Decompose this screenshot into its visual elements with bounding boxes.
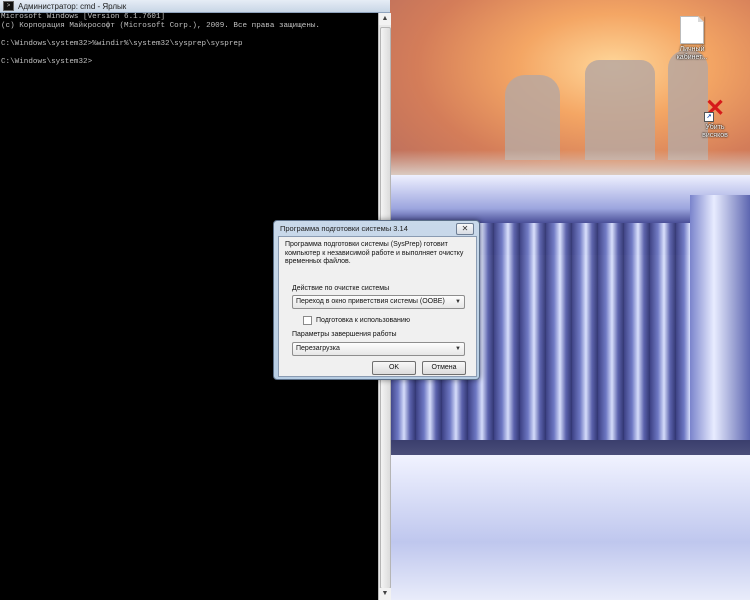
wallpaper-snow — [390, 455, 750, 600]
cmd-title-bar[interactable]: > Администратор: cmd - Ярлык — [0, 0, 390, 13]
cmd-title: Администратор: cmd - Ярлык — [18, 1, 127, 11]
generalize-label: Подготовка к использованию — [316, 317, 411, 324]
dialog-title: Программа подготовки системы 3.14 — [280, 224, 408, 233]
cleanup-action-select[interactable]: Переход в окно приветствия системы (OOBE… — [292, 295, 465, 309]
shortcut-arrow-icon: ↗ — [704, 112, 714, 122]
scroll-down-arrow-icon[interactable]: ▼ — [379, 588, 391, 600]
generalize-checkbox[interactable] — [303, 316, 312, 325]
cleanup-action-value: Переход в окно приветствия системы (OOBE… — [296, 298, 445, 305]
desktop-icon-label: Личный кабинет... — [676, 46, 708, 61]
wallpaper-building — [505, 75, 560, 160]
wallpaper-building — [585, 60, 655, 160]
ok-button[interactable]: OK — [372, 361, 416, 375]
desktop-icon-kill-hung[interactable]: ✕ ↗ Убить висяков — [688, 96, 742, 140]
shutdown-options-select[interactable]: Перезагрузка ▼ — [292, 342, 465, 356]
desktop-icon-label: Убить висяков — [702, 124, 728, 139]
console-line: Microsoft Windows [Version 6.1.7601] — [1, 13, 166, 21]
cancel-button[interactable]: Отмена — [422, 361, 466, 375]
cleanup-action-label: Действие по очистке системы — [292, 285, 390, 292]
close-button[interactable]: ✕ — [456, 223, 474, 235]
generalize-checkbox-row[interactable]: Подготовка к использованию — [303, 316, 410, 325]
console-icon: > — [3, 1, 14, 11]
red-x-shortcut-icon: ✕ ↗ — [704, 95, 726, 122]
console-line: C:\Windows\system32>%windir%\system32\sy… — [1, 40, 243, 48]
scroll-up-arrow-icon[interactable]: ▲ — [379, 13, 391, 25]
sysprep-dialog[interactable]: Программа подготовки системы 3.14 ✕ Прог… — [273, 220, 480, 380]
console-line: (c) Корпорация Майкрософт (Microsoft Cor… — [1, 22, 320, 30]
console-prompt: C:\Windows\system32> — [1, 58, 93, 66]
document-icon — [680, 16, 704, 44]
desktop-icon-personal-cabinet[interactable]: Личный кабинет... — [665, 16, 719, 62]
shutdown-options-value: Перезагрузка — [296, 345, 340, 352]
chevron-down-icon: ▼ — [455, 346, 461, 352]
shutdown-options-label: Параметры завершения работы — [292, 331, 397, 338]
dialog-description: Программа подготовки системы (SysPrep) г… — [285, 241, 464, 266]
dialog-client-area: Программа подготовки системы (SysPrep) г… — [278, 236, 477, 377]
chevron-down-icon: ▼ — [455, 299, 461, 305]
